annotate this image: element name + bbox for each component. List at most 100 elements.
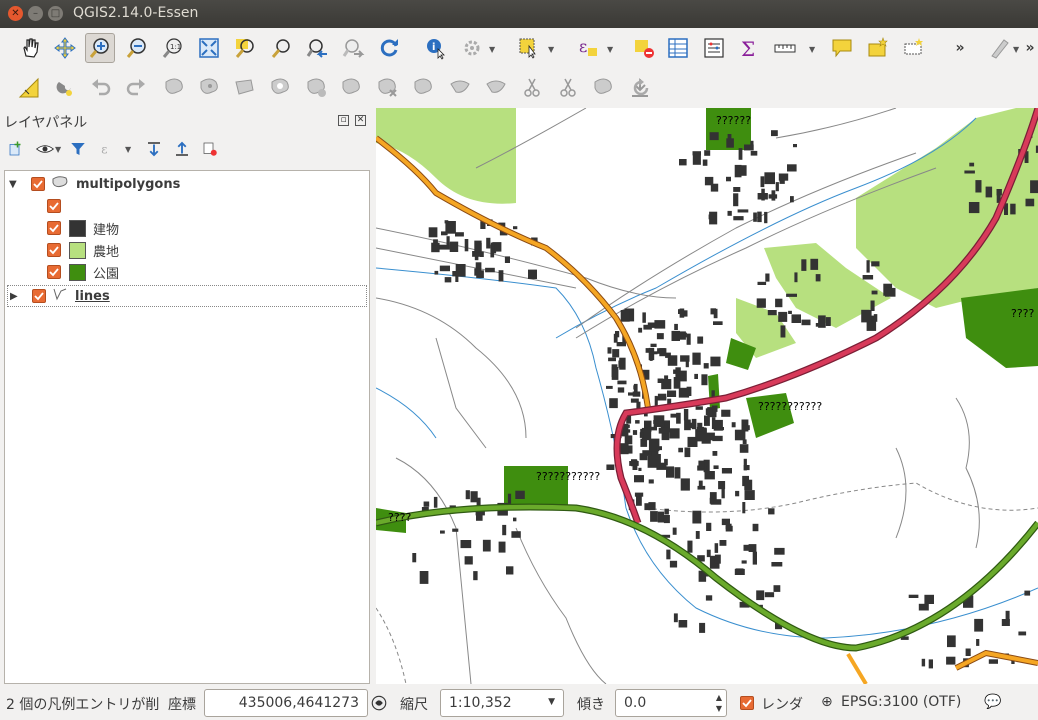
collapse-all-icon[interactable] <box>170 136 194 162</box>
building <box>433 496 438 508</box>
filter-by-expression-icon[interactable]: ε <box>96 136 120 162</box>
expand-arrow-icon[interactable]: ▼ <box>9 179 23 190</box>
close-panel-button[interactable]: ✕ <box>355 115 366 126</box>
building <box>440 530 445 534</box>
zoom-selection-icon[interactable] <box>230 33 260 63</box>
zoom-full-icon[interactable] <box>194 33 224 63</box>
building <box>768 194 778 199</box>
snapping-magnet-icon[interactable] <box>50 73 80 103</box>
measure-icon[interactable] <box>770 33 800 63</box>
add-group-icon[interactable] <box>4 136 28 162</box>
merge-features-icon[interactable] <box>589 73 619 103</box>
building <box>726 176 731 182</box>
zoom-in-icon[interactable] <box>85 33 115 63</box>
layer-visibility-checkbox[interactable] <box>31 177 45 191</box>
statistics-icon[interactable]: Σ <box>734 33 764 63</box>
category-checkbox[interactable] <box>47 265 61 279</box>
rotate-feature-icon[interactable] <box>195 73 225 103</box>
chevron-down-icon[interactable]: ▼ <box>548 697 555 707</box>
run-action-icon[interactable] <box>457 33 487 63</box>
show-bookmarks-icon[interactable] <box>899 33 929 63</box>
building <box>918 603 929 611</box>
scale-combo[interactable]: 1:10,352 ▼ <box>440 689 564 717</box>
identify-icon[interactable]: i <box>421 33 451 63</box>
category-checkbox[interactable] <box>47 199 61 213</box>
delete-part-icon[interactable] <box>409 73 439 103</box>
legend-item-empty[interactable] <box>5 195 369 217</box>
rotation-spinbox[interactable]: 0.0 ▲ ▼ <box>615 689 727 717</box>
more-icon[interactable]: » <box>950 33 970 63</box>
chevron-down-icon[interactable]: ▼ <box>489 45 495 54</box>
spinner-arrows-icon[interactable]: ▲ ▼ <box>716 692 722 714</box>
chevron-down-icon[interactable]: ▼ <box>548 45 554 54</box>
layer-item-multipolygons[interactable]: ▼ multipolygons <box>5 173 369 195</box>
map-tips-icon[interactable] <box>827 33 857 63</box>
building <box>656 333 664 340</box>
more-icon[interactable]: » <box>1022 33 1038 63</box>
legend-item-buildings[interactable]: 建物 <box>5 217 369 239</box>
deselect-icon[interactable] <box>629 33 659 63</box>
pan-icon[interactable] <box>15 33 45 63</box>
minimize-window-button[interactable]: – <box>28 6 43 21</box>
delete-ring-icon[interactable] <box>373 73 403 103</box>
new-bookmark-icon[interactable] <box>863 33 893 63</box>
simplify-feature-icon[interactable] <box>230 73 260 103</box>
float-panel-button[interactable]: ▫ <box>338 115 349 126</box>
legend-item-farmland[interactable]: 農地 <box>5 239 369 261</box>
pan-to-selection-icon[interactable] <box>50 33 80 63</box>
chevron-down-icon[interactable]: ▼ <box>55 145 61 154</box>
split-parts-icon[interactable] <box>553 73 583 103</box>
fill-ring-icon[interactable] <box>337 73 367 103</box>
render-checkbox[interactable] <box>740 696 754 710</box>
layer-item-lines[interactable]: ▶ lines <box>7 285 367 307</box>
zoom-layer-icon[interactable] <box>266 33 296 63</box>
building <box>663 515 670 524</box>
digitizing-snapping-icon[interactable] <box>14 73 44 103</box>
legend-swatch <box>69 241 86 259</box>
zoom-next-icon[interactable] <box>338 33 368 63</box>
building <box>988 659 998 664</box>
toggle-extents-icon[interactable] <box>368 690 390 716</box>
messages-icon[interactable]: 💬 <box>984 694 1001 710</box>
select-by-expression-icon[interactable]: ε <box>573 33 603 63</box>
building <box>606 385 613 389</box>
add-part-icon[interactable] <box>302 73 332 103</box>
expand-all-icon[interactable] <box>142 136 166 162</box>
chevron-down-icon[interactable]: ▼ <box>1013 45 1019 54</box>
close-window-button[interactable]: ✕ <box>8 6 23 21</box>
category-checkbox[interactable] <box>47 243 61 257</box>
attribute-table-icon[interactable] <box>663 33 693 63</box>
zoom-last-icon[interactable] <box>302 33 332 63</box>
building <box>620 310 630 322</box>
reshape-features-icon[interactable] <box>445 73 475 103</box>
redo-icon[interactable] <box>121 73 151 103</box>
refresh-icon[interactable] <box>374 33 404 63</box>
coordinate-field[interactable]: 435006,4641273 <box>204 689 368 717</box>
offset-curve-icon[interactable] <box>481 73 511 103</box>
field-calculator-icon[interactable] <box>699 33 729 63</box>
map-canvas[interactable]: ?????? ??????????? ??????????? ???? ???? <box>376 108 1038 684</box>
maximize-window-button[interactable]: □ <box>48 6 63 21</box>
filter-legend-icon[interactable] <box>66 136 90 162</box>
split-features-icon[interactable] <box>517 73 547 103</box>
chevron-down-icon[interactable]: ▼ <box>125 145 131 154</box>
expand-arrow-icon[interactable]: ▶ <box>10 291 24 302</box>
building <box>612 349 620 358</box>
remove-layer-icon[interactable] <box>198 136 222 162</box>
digitize-pen-icon[interactable] <box>985 33 1015 63</box>
category-checkbox[interactable] <box>47 221 61 235</box>
zoom-actual-icon[interactable]: 1:1 <box>158 33 188 63</box>
legend-item-park[interactable]: 公園 <box>5 261 369 283</box>
chevron-down-icon[interactable]: ▼ <box>809 45 815 54</box>
move-feature-icon[interactable] <box>160 73 190 103</box>
chevron-down-icon[interactable]: ▼ <box>607 45 613 54</box>
undo-icon[interactable] <box>86 73 116 103</box>
building <box>733 187 741 192</box>
zoom-out-icon[interactable] <box>122 33 152 63</box>
add-ring-icon[interactable] <box>266 73 296 103</box>
crs-button[interactable]: EPSG:3100 (OTF) <box>841 694 961 710</box>
layer-visibility-checkbox[interactable] <box>32 289 46 303</box>
select-features-icon[interactable] <box>514 33 544 63</box>
rotate-label-icon[interactable] <box>626 73 656 103</box>
building <box>634 492 644 497</box>
